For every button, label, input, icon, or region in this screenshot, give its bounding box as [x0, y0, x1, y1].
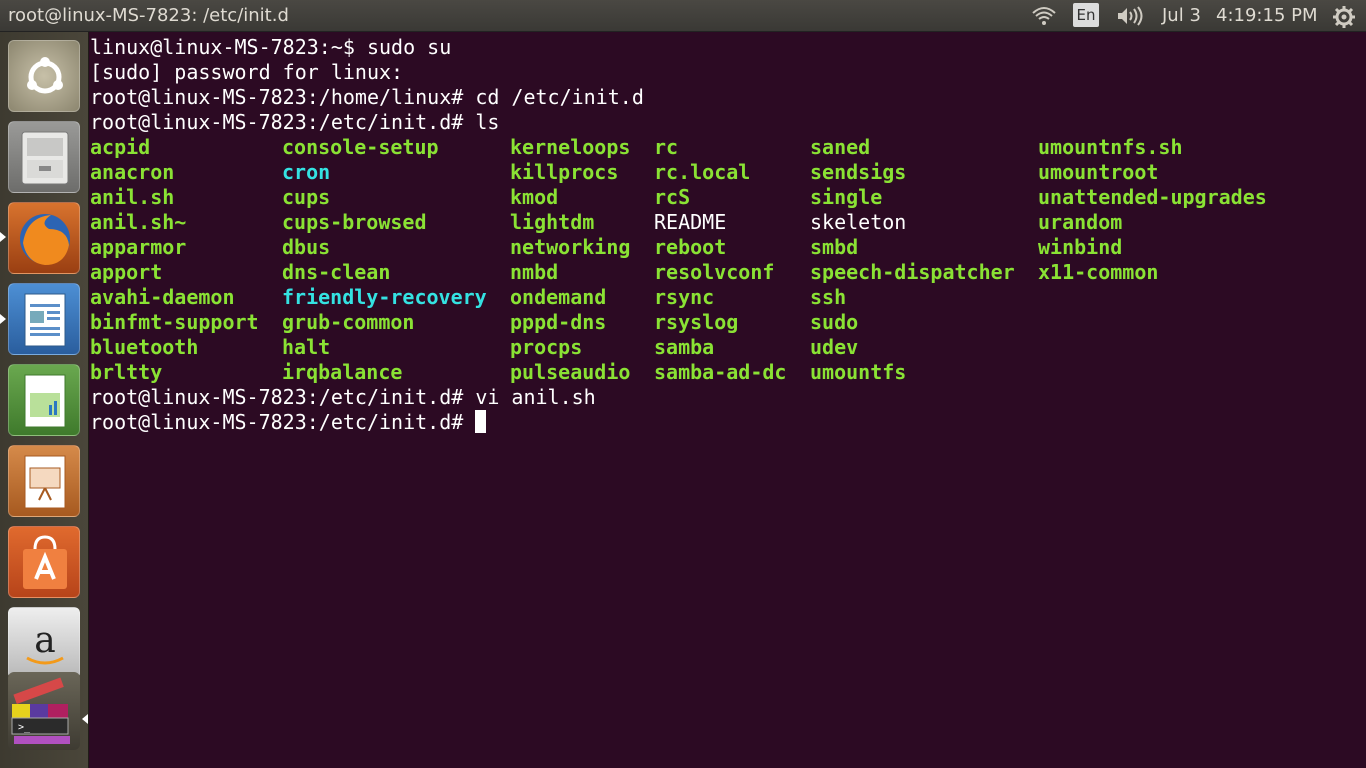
amazon-launcher-button[interactable]: a: [8, 607, 80, 679]
ls-entry: bluetooth: [90, 335, 199, 359]
terminal-line: [sudo] password for linux:: [90, 60, 404, 84]
ls-entry: anil.sh~: [90, 210, 187, 234]
wifi-icon[interactable]: [1031, 5, 1057, 27]
ls-entry: ssh: [810, 285, 847, 309]
svg-text:a: a: [34, 620, 55, 661]
ls-entry: pppd-dns: [510, 310, 607, 334]
ls-entry: binfmt-support: [90, 310, 259, 334]
ls-entry: unattended-upgrades: [1038, 185, 1267, 209]
ls-entry: apport: [90, 260, 163, 284]
ls-entry: urandom: [1038, 210, 1123, 234]
software-center-launcher-button[interactable]: [8, 526, 80, 598]
files-launcher-button[interactable]: [8, 121, 80, 193]
ls-entry: lightdm: [510, 210, 595, 234]
impress-icon: [24, 455, 66, 509]
ls-entry: umountfs: [810, 360, 907, 384]
ls-entry: ondemand: [510, 285, 607, 309]
ls-entry: killprocs: [510, 160, 619, 184]
ls-entry: acpid: [90, 135, 151, 159]
ls-entry: irqbalance: [282, 360, 403, 384]
ls-entry: umountroot: [1038, 160, 1159, 184]
ls-entry: avahi-daemon: [90, 285, 235, 309]
ls-entry-plain: skeleton: [810, 210, 907, 234]
ls-entry: apparmor: [90, 235, 187, 259]
ls-entry: networking: [510, 235, 631, 259]
ls-entry: procps: [510, 335, 583, 359]
ls-entry: halt: [282, 335, 331, 359]
ls-entry: samba-ad-dc: [654, 360, 787, 384]
ls-entry: rsync: [654, 285, 715, 309]
ls-entry: resolvconf: [654, 260, 775, 284]
ls-entry: pulseaudio: [510, 360, 631, 384]
ls-entry: cups-browsed: [282, 210, 427, 234]
ls-entry: dns-clean: [282, 260, 391, 284]
ls-entry: umountnfs.sh: [1038, 135, 1183, 159]
ls-entry: rc.local: [654, 160, 751, 184]
writer-launcher-button[interactable]: [8, 283, 80, 355]
terminal-cursor: [475, 410, 486, 433]
ls-entry: nmbd: [510, 260, 559, 284]
ubuntu-logo-icon: [27, 57, 63, 94]
ubuntu-dash-button[interactable]: [8, 40, 80, 112]
ls-entry: anacron: [90, 160, 175, 184]
panel-clock[interactable]: 4:19:15 PM: [1216, 5, 1318, 26]
ls-entry: saned: [810, 135, 871, 159]
terminal-line: root@linux-MS-7823:/etc/init.d# ls: [90, 110, 500, 134]
ls-entry: brltty: [90, 360, 163, 384]
settings-gear-icon[interactable]: [1332, 5, 1356, 29]
terminal-stack-icon: >_: [11, 677, 70, 744]
ls-entry: single: [810, 185, 883, 209]
ls-entry-plain: README: [654, 210, 727, 234]
unity-launcher: a >_: [0, 32, 89, 768]
terminal-prompt-line: root@linux-MS-7823:/etc/init.d#: [90, 410, 476, 434]
ls-entry: grub-common: [282, 310, 415, 334]
running-indicator: [0, 314, 6, 324]
active-window-indicator: [82, 714, 88, 724]
running-indicator: [0, 232, 6, 242]
ls-entry: smbd: [810, 235, 859, 259]
ls-entry: x11-common: [1038, 260, 1159, 284]
ls-entry: cups: [282, 185, 331, 209]
ls-entry: udev: [810, 335, 859, 359]
panel-date[interactable]: Jul 3: [1162, 5, 1201, 26]
file-cabinet-icon: [21, 131, 69, 185]
ls-entry: speech-dispatcher: [810, 260, 1015, 284]
shopping-bag-icon: [23, 535, 67, 589]
ls-entry-symlink: cron: [282, 160, 331, 184]
ls-entry: console-setup: [282, 135, 439, 159]
ls-entry: sudo: [810, 310, 859, 334]
terminal-line: root@linux-MS-7823:/home/linux# cd /etc/…: [90, 85, 644, 109]
amazon-icon: a: [26, 620, 64, 665]
ls-entry-symlink: friendly-recovery: [282, 285, 487, 309]
ls-entry: dbus: [282, 235, 331, 259]
terminal-window[interactable]: linux@linux-MS-7823:~$ sudo su [sudo] pa…: [89, 32, 1366, 768]
ls-entry: samba: [654, 335, 715, 359]
ls-entry: reboot: [654, 235, 727, 259]
calc-launcher-button[interactable]: [8, 364, 80, 436]
ls-entry: anil.sh: [90, 185, 175, 209]
svg-text:>_: >_: [18, 722, 31, 733]
ls-entry: rcS: [654, 185, 691, 209]
volume-icon[interactable]: [1116, 6, 1146, 26]
ls-entry: kerneloops: [510, 135, 631, 159]
firefox-launcher-button[interactable]: [8, 202, 80, 274]
stacked-launcher-items[interactable]: >_: [8, 672, 80, 750]
writer-icon: [24, 293, 66, 347]
ls-entry: winbind: [1038, 235, 1123, 259]
ls-entry: rc: [654, 135, 679, 159]
terminal-line: root@linux-MS-7823:/etc/init.d# vi anil.…: [90, 385, 596, 409]
ls-entry: rsyslog: [654, 310, 739, 334]
top-panel: root@linux-MS-7823: /etc/init.d En Jul 3…: [0, 0, 1366, 32]
keyboard-language-indicator[interactable]: En: [1073, 3, 1099, 27]
impress-launcher-button[interactable]: [8, 445, 80, 517]
window-title: root@linux-MS-7823: /etc/init.d: [8, 5, 289, 26]
ls-entry: sendsigs: [810, 160, 907, 184]
firefox-icon: [20, 214, 70, 265]
calc-icon: [24, 374, 66, 428]
ls-entry: kmod: [510, 185, 559, 209]
terminal-line: linux@linux-MS-7823:~$ sudo su: [90, 35, 452, 59]
